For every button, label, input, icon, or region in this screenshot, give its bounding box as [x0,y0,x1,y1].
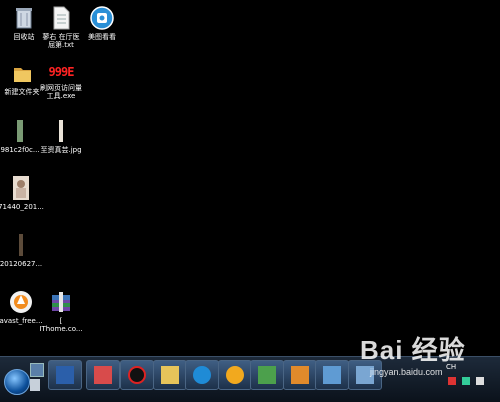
taskbar-button[interactable] [315,360,349,390]
desktop-icon-label: [ [59,317,63,325]
monitor-icon [258,366,276,384]
desktop-icon-label: 至资真芸.jpg [40,146,82,154]
watermark-url: jingyan.baidu.com [370,367,443,377]
taskbar-button[interactable] [153,360,187,390]
baidu-jingyan-watermark: Bai 经验 jingyan.baidu.com [360,330,500,380]
taskbar-button[interactable] [48,360,82,390]
desktop-icon-meitu[interactable]: 美图看看 [78,5,126,41]
photo-file-icon [8,175,34,201]
sogou-icon [193,366,211,384]
taskbar-button[interactable] [86,360,120,390]
recycle-bin-icon [11,5,37,31]
quick-launch-show-desktop-icon[interactable] [30,363,44,377]
app-icon [291,366,309,384]
taskbar-button[interactable] [250,360,284,390]
image-file-icon [8,232,34,258]
desktop-icon-jpg[interactable]: 至资真芸.jpg [37,118,85,154]
desktop-icon-label-line2: IThome.co... [39,325,83,333]
image-file-icon [48,118,74,144]
explorer-folder-icon [161,366,179,384]
image-viewer-icon [94,366,112,384]
folder-icon [9,60,35,86]
text-file-icon [48,5,74,31]
desktop-icon-label: 71440_201... [0,203,44,211]
taskbar-button[interactable] [120,360,154,390]
media-player-icon [128,366,146,384]
desktop-icon-label-line2: 工具.exe [46,92,76,100]
archive-icon [48,289,74,315]
image-file-icon [7,118,33,144]
taskbar-button[interactable] [218,360,252,390]
desktop-icon-label: 美图看看 [88,33,116,41]
desktop-icon-refresh-tool[interactable]: 999E 刷网页访问量 工具.exe [37,62,85,100]
taskbar-button[interactable] [283,360,317,390]
start-button[interactable] [4,369,30,395]
desktop-icon-label-line2: 屈第.txt [48,41,74,49]
taskbar-button[interactable] [185,360,219,390]
word-icon [56,366,74,384]
desktop-icon-label: 刷网页访问量 [40,84,82,92]
avast-icon [8,289,34,315]
qq-icon [226,366,244,384]
refresh-tool-icon: 999E [48,62,75,82]
desktop-icon-label: 20120627... [0,260,43,268]
desktop-icon-image-71440[interactable]: 71440_201... [0,175,45,211]
desktop-icon-ithome[interactable]: [ IThome.co... [37,289,85,333]
tool-logo-text: 999E [48,65,75,79]
quick-launch-recycle-icon[interactable] [30,379,40,391]
paint-icon [323,366,341,384]
watermark-brand: Bai 经验 [360,335,466,365]
desktop-icon-image-20120627[interactable]: 20120627... [0,232,45,268]
meitu-viewer-icon [89,5,115,31]
